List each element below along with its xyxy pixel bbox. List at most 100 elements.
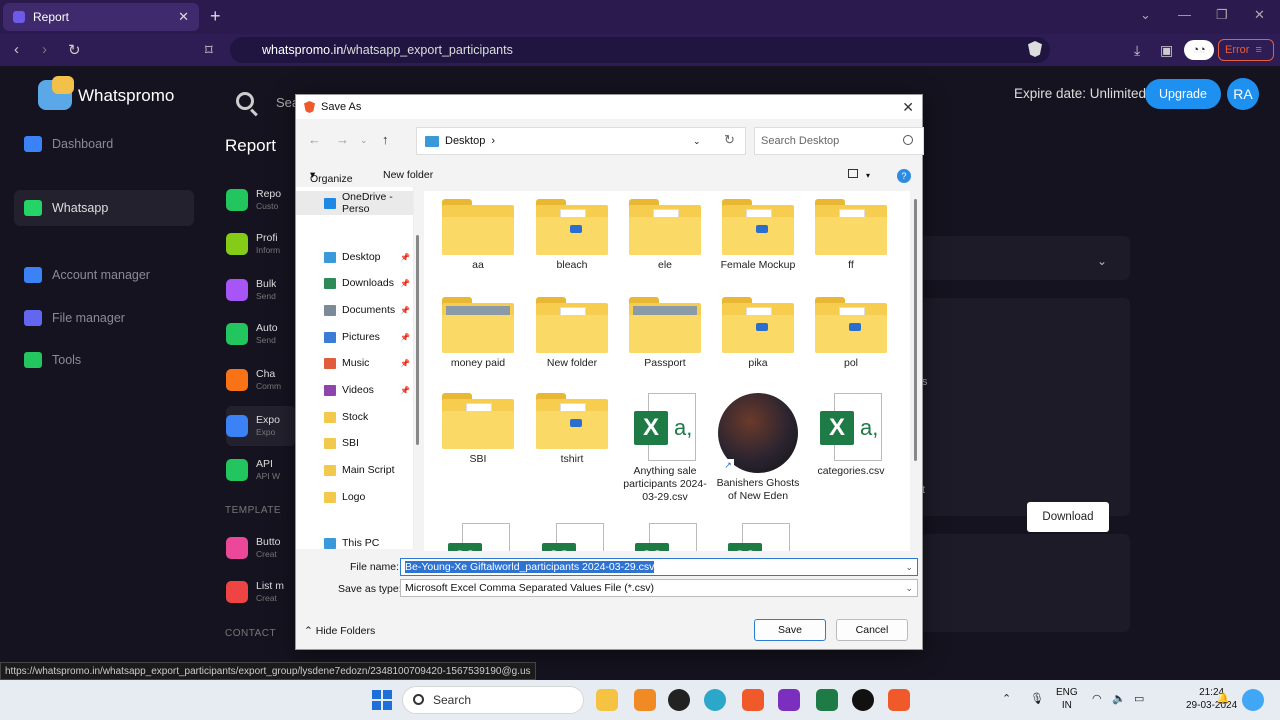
sidebar-item-file-manager[interactable]: File manager [14, 300, 194, 336]
up-arrow-icon[interactable]: ↑ [382, 132, 389, 147]
sidebar-item-whatsapp[interactable]: Whatsapp [14, 190, 194, 226]
download-button[interactable]: Download [1027, 502, 1109, 532]
close-window-icon[interactable]: ✕ [1254, 7, 1265, 23]
report-item[interactable]: Profi Inform [226, 224, 296, 264]
tab-close-icon[interactable]: ✕ [178, 9, 189, 25]
view-icon[interactable] [848, 169, 858, 178]
file-item[interactable]: ↗ Banishers Ghosts of New Eden [714, 393, 802, 503]
excel-icon[interactable] [816, 689, 838, 711]
sidebar-item-tools[interactable]: Tools [14, 342, 194, 378]
recent-chevron-icon[interactable]: ⌄ [360, 135, 368, 146]
folder-item[interactable]: Passport [621, 297, 709, 370]
chevron-down-icon[interactable]: ⌄ [693, 136, 701, 147]
files-scrollbar[interactable] [914, 199, 917, 461]
app-icon[interactable] [668, 689, 690, 711]
folder-item[interactable]: tshirt [528, 393, 616, 466]
taskbar-search[interactable]: Search [402, 686, 584, 714]
save-type-select[interactable]: Microsoft Excel Comma Separated Values F… [400, 579, 918, 597]
brave-icon[interactable] [888, 689, 910, 711]
back-arrow-icon[interactable]: ← [308, 132, 321, 147]
maximize-icon[interactable]: ❐ [1216, 7, 1228, 23]
folder-item[interactable]: money paid [434, 297, 522, 370]
refresh-icon[interactable]: ↻ [724, 132, 735, 148]
save-button[interactable]: Save [754, 619, 826, 641]
upgrade-button[interactable]: Upgrade [1145, 79, 1221, 109]
view-chevron-icon[interactable]: ▾ [866, 171, 870, 180]
folder-item[interactable]: New folder [528, 297, 616, 370]
search-input[interactable]: Search Desktop [754, 127, 924, 155]
folder-item[interactable]: ff [807, 199, 895, 272]
report-item[interactable]: Bulk Send [226, 270, 296, 310]
obs-icon[interactable] [852, 689, 874, 711]
excel-file-icon[interactable]: X [635, 523, 697, 551]
new-tab-icon[interactable]: + [210, 6, 221, 27]
sidebar-item-account-manager[interactable]: Account manager [14, 257, 194, 293]
file-explorer-icon[interactable] [596, 689, 618, 711]
back-icon[interactable]: ‹ [14, 41, 19, 58]
brave-icon[interactable] [742, 689, 764, 711]
folder-item[interactable]: pol [807, 297, 895, 370]
report-item[interactable]: Cha Comm [226, 360, 296, 400]
forward-icon[interactable]: › [42, 41, 47, 58]
report-item[interactable]: Expo Expo [226, 406, 296, 446]
avatar[interactable]: RA [1227, 78, 1259, 110]
folder-item[interactable]: aa [434, 199, 522, 272]
nav-item-videos[interactable]: Videos 📌 [296, 378, 413, 402]
nav-item-sbi[interactable]: SBI [296, 431, 413, 455]
file-item[interactable]: Xa, categories.csv [807, 393, 895, 478]
wifi-icon[interactable]: ◠ [1092, 692, 1102, 705]
new-folder-button[interactable]: New folder [383, 169, 433, 181]
canva-icon[interactable] [704, 689, 726, 711]
nav-item-music[interactable]: Music 📌 [296, 351, 413, 375]
excel-file-icon[interactable]: X [728, 523, 790, 551]
nav-item-pictures[interactable]: Pictures 📌 [296, 325, 413, 349]
file-item[interactable]: Xa, Anything sale participants 2024-03-29… [621, 393, 709, 504]
folder-item[interactable]: ele [621, 199, 709, 272]
xampp-icon[interactable] [634, 689, 656, 711]
hide-folders-button[interactable]: ⌃ Hide Folders [304, 625, 375, 637]
folder-item[interactable]: pika [714, 297, 802, 370]
chevron-down-icon[interactable]: ⌄ [905, 559, 913, 575]
nav-item-logo[interactable]: Logo [296, 485, 413, 509]
template-item[interactable]: List m Creat [226, 572, 296, 612]
sidebar-item-dashboard[interactable]: Dashboard [14, 126, 194, 162]
organize-button[interactable]: Organize ▾ [310, 169, 353, 185]
report-item[interactable]: API API W [226, 450, 296, 490]
bookmark-icon[interactable]: ⌑ [205, 41, 213, 59]
battery-icon[interactable]: ▭ [1134, 692, 1144, 705]
download-icon[interactable]: ⤓ [1134, 42, 1140, 59]
close-icon[interactable]: ✕ [902, 99, 914, 116]
private-glasses-icon[interactable]: ◔◔ [1184, 40, 1214, 60]
app-icon[interactable] [778, 689, 800, 711]
notification-icon[interactable]: 🔔 [1216, 692, 1230, 705]
template-item[interactable]: Butto Creat [226, 528, 296, 568]
breadcrumb[interactable]: Desktop › ⌄ [416, 127, 746, 155]
nav-item-documents[interactable]: Documents 📌 [296, 298, 413, 322]
help-icon[interactable]: ? [897, 169, 911, 183]
error-button[interactable]: Error ≡ [1218, 39, 1274, 61]
excel-file-icon[interactable]: X [542, 523, 604, 551]
language-indicator[interactable]: ENG IN [1056, 686, 1078, 712]
address-bar[interactable]: whatspromo.in/whatsapp_export_participan… [230, 37, 1050, 63]
microphone-icon[interactable]: 🎙 [1030, 692, 1044, 705]
folder-item[interactable]: bleach [528, 199, 616, 272]
file-name-input[interactable]: Be-Young-Xe Giftalworld_participants 202… [400, 558, 918, 576]
nav-item-desktop[interactable]: Desktop 📌 [296, 245, 413, 269]
minimize-icon[interactable]: — [1178, 7, 1191, 22]
folder-item[interactable]: SBI [434, 393, 522, 466]
report-item[interactable]: Repo Custo [226, 180, 296, 220]
browser-tab-report[interactable]: Report ✕ [3, 3, 199, 31]
copilot-icon[interactable] [1242, 689, 1264, 711]
forward-arrow-icon[interactable]: → [336, 132, 349, 147]
excel-file-icon[interactable]: X [448, 523, 510, 551]
sidebar-toggle-icon[interactable]: ▣ [1160, 42, 1173, 59]
chevron-down-icon[interactable]: ⌄ [1097, 254, 1107, 268]
reload-icon[interactable]: ↻ [68, 41, 81, 59]
nav-item-main-script[interactable]: Main Script [296, 458, 413, 482]
nav-item-onedrive-perso[interactable]: OneDrive - Perso [296, 191, 413, 215]
cancel-button[interactable]: Cancel [836, 619, 908, 641]
nav-scrollbar[interactable] [416, 235, 419, 445]
search-icon[interactable] [236, 92, 254, 110]
volume-icon[interactable]: 🔈 [1112, 692, 1126, 705]
tray-chevron-icon[interactable]: ⌃ [1002, 692, 1011, 705]
